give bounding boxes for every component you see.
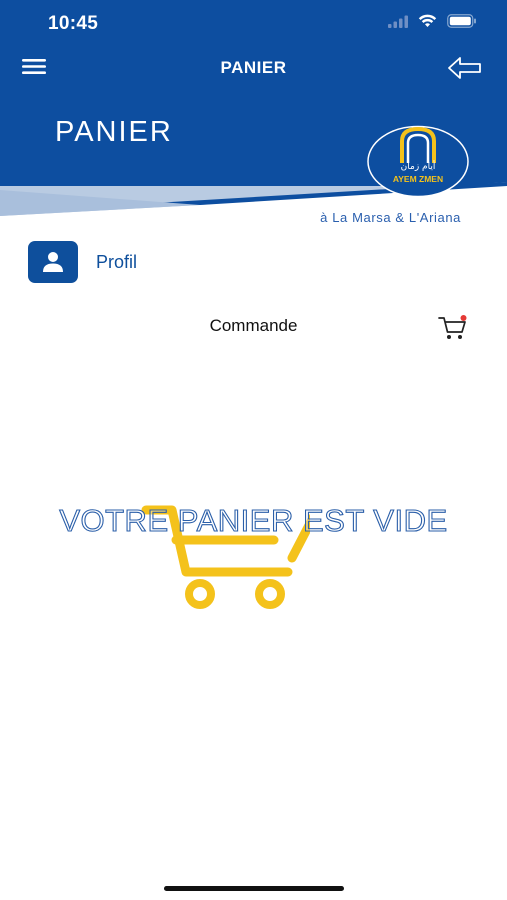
empty-cart-message: VOTRE PANIER EST VIDE bbox=[59, 502, 448, 538]
status-icons bbox=[388, 14, 477, 33]
logo-name: AYEM ZMEN bbox=[393, 174, 443, 184]
status-time: 10:45 bbox=[48, 13, 99, 34]
brand-logo: أيام زمان AYEM ZMEN bbox=[366, 125, 470, 198]
profile-button[interactable]: Profil bbox=[28, 241, 137, 283]
page-title: PANIER bbox=[55, 116, 173, 148]
cart-badge-dot bbox=[460, 315, 467, 321]
signal-icon bbox=[388, 15, 408, 33]
cart-icon[interactable] bbox=[437, 312, 469, 342]
order-label: Commande bbox=[209, 316, 298, 335]
status-bar: 10:45 bbox=[0, 0, 507, 48]
home-indicator[interactable] bbox=[164, 886, 344, 891]
order-row: Commande bbox=[0, 310, 507, 342]
battery-icon bbox=[447, 14, 477, 33]
wifi-icon bbox=[418, 14, 437, 33]
location-tagline: à La Marsa & L'Ariana bbox=[320, 210, 461, 225]
nav-title: PANIER bbox=[220, 58, 287, 77]
nav-bar: PANIER bbox=[0, 48, 507, 88]
logo-arabic: أيام زمان bbox=[401, 160, 436, 172]
arrow-left-icon[interactable] bbox=[447, 54, 483, 82]
user-icon bbox=[28, 241, 78, 283]
profile-label: Profil bbox=[96, 251, 138, 272]
